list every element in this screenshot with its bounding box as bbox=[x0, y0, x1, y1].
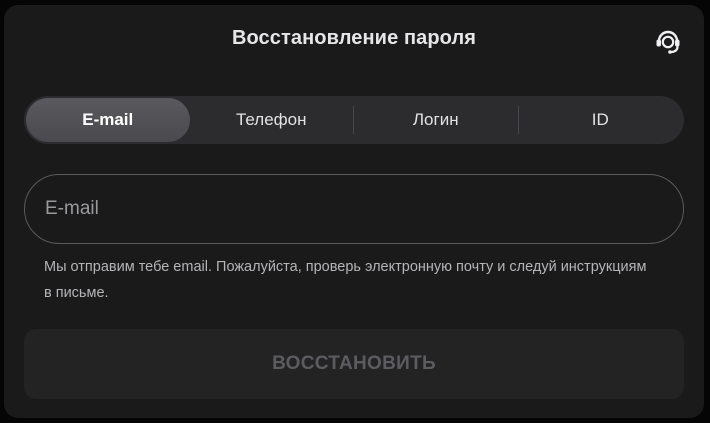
tab-label: Логин bbox=[412, 110, 459, 129]
restore-button[interactable]: ВОССТАНОВИТЬ bbox=[24, 329, 684, 399]
tab-label: ID bbox=[591, 110, 609, 129]
headset-support-icon bbox=[653, 26, 683, 56]
tab-login[interactable]: Логин bbox=[354, 98, 518, 142]
email-field[interactable] bbox=[25, 175, 683, 243]
tab-phone[interactable]: Телефон bbox=[190, 98, 354, 142]
recovery-method-tabs: E-mail Телефон Логин ID bbox=[24, 96, 684, 144]
tab-id[interactable]: ID bbox=[519, 98, 683, 142]
email-hint-text: Мы отправим тебе email. Пожалуйста, пров… bbox=[44, 259, 647, 301]
support-button[interactable] bbox=[652, 25, 684, 57]
password-recovery-modal: Восстановление пароля E-mail Телефон Лог… bbox=[4, 5, 704, 418]
tab-label: E-mail bbox=[82, 110, 134, 129]
modal-header: Восстановление пароля bbox=[4, 5, 704, 75]
tab-label: Телефон bbox=[235, 110, 307, 129]
tab-email[interactable]: E-mail bbox=[26, 98, 190, 142]
modal-title: Восстановление пароля bbox=[231, 27, 477, 49]
email-field-wrapper bbox=[24, 174, 684, 244]
